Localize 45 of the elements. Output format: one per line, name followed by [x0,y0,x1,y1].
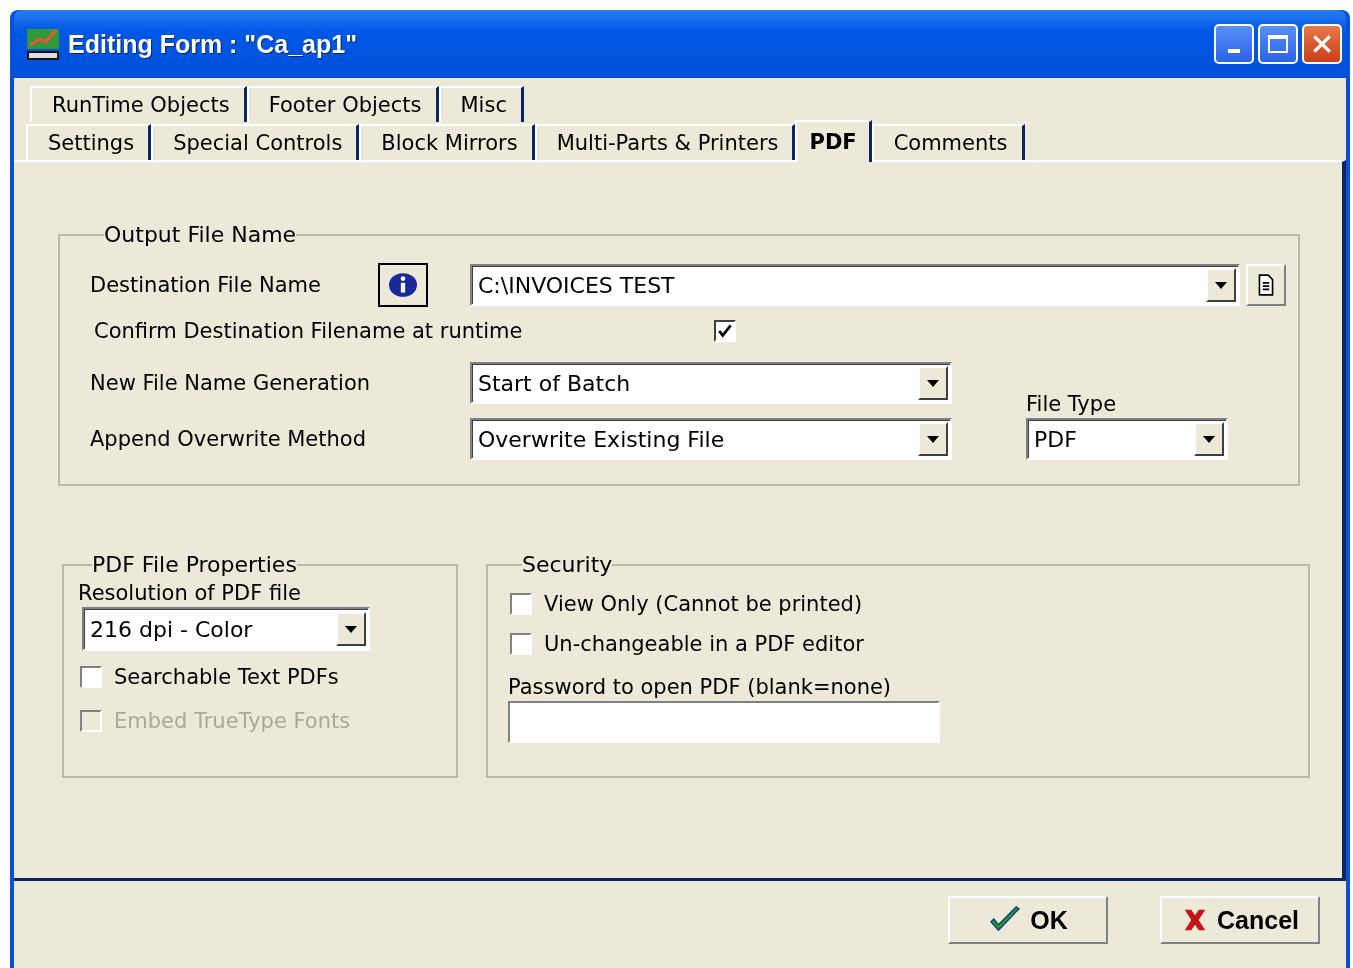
field-label: Append Overwrite Method [90,427,367,451]
group-title: Security [522,552,613,577]
group-title: Output File Name [104,222,297,247]
tab[interactable]: Multi-Parts & Printers [534,124,796,160]
field-label: File Type [1026,392,1118,416]
resolution-combo[interactable]: 216 dpi - Color [82,607,370,651]
info-icon [386,271,420,299]
chart-icon [26,27,60,61]
info-button[interactable] [378,263,428,307]
tab[interactable]: Special Controls [151,124,360,160]
generation-combo[interactable]: Start of Batch [470,362,952,404]
checkbox-label: Searchable Text PDFs [114,665,339,689]
tab[interactable]: Footer Objects [246,86,439,122]
checkbox[interactable] [510,593,532,615]
tab[interactable]: Misc [438,86,524,122]
minimize-button[interactable] [1214,24,1254,64]
maximize-button[interactable] [1258,24,1298,64]
tab[interactable]: Comments [871,124,1025,160]
field-label: Resolution of PDF file [78,581,301,605]
checkbox-label: Confirm Destination Filename at runtime [94,319,524,343]
field-label: Password to open PDF (blank=none) [508,675,892,699]
file-type-combo[interactable]: PDF [1026,418,1228,460]
checkmark-icon [988,906,1023,934]
password-field[interactable] [508,701,940,743]
checkbox[interactable] [714,320,736,342]
field-label: Destination File Name [90,273,322,297]
tab[interactable]: PDF [795,120,872,162]
tab[interactable]: RunTime Objects [30,86,247,122]
checkbox[interactable] [80,666,102,688]
field-label: New File Name Generation [90,371,372,395]
destination-combo[interactable]: C:\INVOICES TEST [470,264,1240,306]
ok-button[interactable]: OK [948,896,1108,944]
checkbox-label: View Only (Cannot be printed) [544,592,863,616]
tab[interactable]: Settings [26,124,152,160]
checkbox[interactable] [510,633,532,655]
checkbox-label: Un-changeable in a PDF editor [544,632,864,656]
close-icon [1311,33,1333,55]
document-button[interactable] [1246,264,1286,306]
group-title: PDF File Properties [92,552,297,577]
window-title: Editing Form : "Ca_ap1" [68,29,358,59]
checkbox-label: Embed TrueType Fonts [114,709,351,733]
close-button[interactable] [1302,24,1342,64]
cancel-button[interactable]: Cancel [1160,896,1320,944]
append-method-combo[interactable]: Overwrite Existing File [470,418,952,460]
tab[interactable]: Block Mirrors [359,124,535,160]
